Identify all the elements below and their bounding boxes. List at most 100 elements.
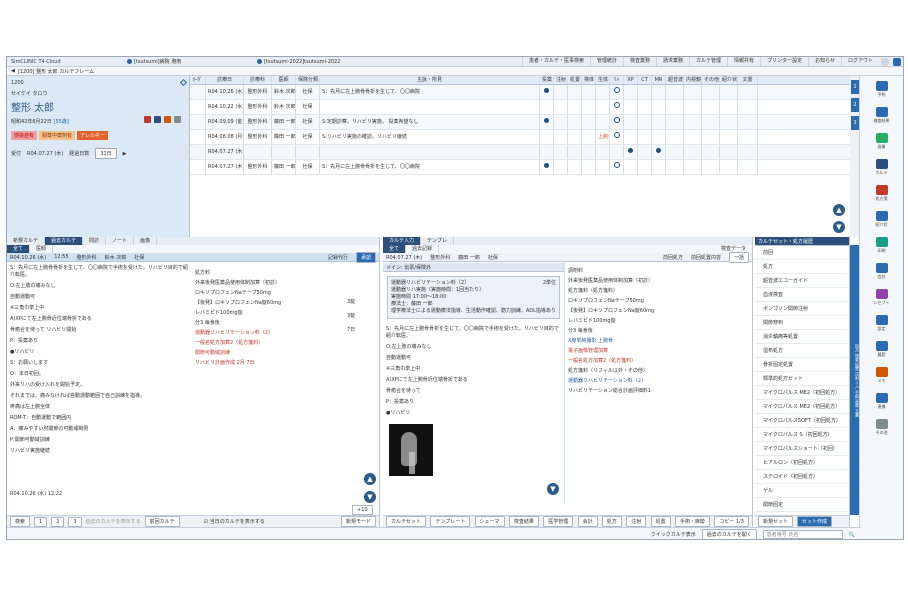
visit-col-header[interactable]: 投薬 xyxy=(540,76,554,84)
facility-selector[interactable]: [tsutsumi]病院 港南 xyxy=(127,58,257,65)
schema-button[interactable]: シェーマ xyxy=(474,516,505,527)
set-item[interactable]: 関節穿刺 xyxy=(755,316,849,330)
set-item[interactable]: ゲル xyxy=(755,484,849,498)
create-set-button[interactable]: セット作成 xyxy=(797,516,833,527)
tool-button[interactable]: 履歴 xyxy=(860,336,903,362)
mid-order-item[interactable]: 運動器リハビリテーション料（2） xyxy=(568,377,748,384)
visit-col-header[interactable]: 内視鏡 xyxy=(684,76,702,84)
surgery-button[interactable]: 手術・麻酔 xyxy=(674,516,710,527)
copy-button[interactable]: コピー 1/3 xyxy=(714,516,749,527)
mid-order-item[interactable]: 【後発】ロキソプロフェンNa錠60mg xyxy=(568,307,748,314)
quick-chart-toggle[interactable]: クイックカルテ表示 xyxy=(651,531,696,538)
mid-order-item[interactable]: ロキソプロフェンNaテープ50mg xyxy=(568,297,748,304)
menu-billing[interactable]: 請求業務 xyxy=(656,57,689,66)
page-2-button[interactable]: 2 xyxy=(51,516,65,527)
tab-new-chart[interactable]: 新規カルテ xyxy=(7,237,46,245)
set-item[interactable]: マイクロパルス S（初回処方） xyxy=(755,428,849,442)
set-item[interactable]: 標準的処方セット xyxy=(755,372,849,386)
menu-notice[interactable]: お知らせ xyxy=(808,57,841,66)
new-set-button[interactable]: 新規セット xyxy=(758,516,794,527)
tool-button[interactable]: 予約 xyxy=(860,76,903,102)
mid-order-item[interactable]: リハビリテーション総合計画評価料1 xyxy=(568,387,748,394)
menu-chart[interactable]: カルテ管理 xyxy=(689,57,727,66)
tool-button[interactable]: レセプト xyxy=(860,284,903,310)
menu-patient-search[interactable]: 患者・カルテ・医事検索 xyxy=(521,57,590,66)
procedure-button[interactable]: 処置 xyxy=(650,516,671,527)
tool-button[interactable]: 紹介状 xyxy=(860,206,903,232)
back-icon[interactable]: ◀ xyxy=(11,68,15,74)
alert-icon[interactable] xyxy=(144,116,151,123)
info-icon[interactable] xyxy=(174,116,181,123)
visit-col-header[interactable]: 注射 xyxy=(554,76,568,84)
subtab-all[interactable]: 全て xyxy=(7,245,31,253)
menu-logout[interactable]: ログアウト xyxy=(840,57,879,66)
visit-col-header[interactable]: 超音波 xyxy=(666,76,684,84)
page-2[interactable]: 2 xyxy=(851,98,859,112)
mid-order-item[interactable]: 調剤料 xyxy=(568,267,748,274)
tool-button[interactable]: 設定 xyxy=(860,310,903,336)
rehab-card[interactable]: 運動器リハビリテーション料（2） 2単位 運動器リハ実施（実施時間：1回当たり） … xyxy=(387,276,560,319)
mid-order-item[interactable]: 電子画像管理加算 xyxy=(568,347,748,354)
mid-order-item[interactable]: 処方箋料（処方箋料） xyxy=(568,287,748,294)
visit-row[interactable]: R04.09.09 (金) 整形外科 藤田 一郎 社保 S:定期診察。リハビリ実施。 投… xyxy=(190,115,850,130)
set-item[interactable]: マイクロパルス ME2（初回処方） xyxy=(755,400,849,414)
tool-button[interactable]: 連携 xyxy=(860,388,903,414)
tool-button[interactable]: 画像 xyxy=(860,128,903,154)
scroll-down-button[interactable]: ▼ xyxy=(833,221,845,233)
tag-infection[interactable]: 感染症有 xyxy=(11,131,38,140)
minimize-button[interactable] xyxy=(881,57,889,66)
left-scroll-up[interactable]: ▲ xyxy=(364,473,376,485)
tag-allergy[interactable]: アレルギー xyxy=(77,131,109,140)
visit-col-header[interactable]: 診療日 xyxy=(206,76,244,84)
prev-procedure-button[interactable]: 前回処置内容 xyxy=(691,254,721,261)
set-item[interactable]: 処方 xyxy=(755,260,849,274)
tenant-selector[interactable]: [tsutsumi-2022]tsutsumi-2022 xyxy=(257,59,457,65)
search-icon[interactable]: 🔍 xyxy=(849,532,855,538)
mid-order-item[interactable]: 分3 毎食後 xyxy=(568,327,748,334)
visit-col-header[interactable]: 医師 xyxy=(272,76,296,84)
open-past-chart-select[interactable]: 過去のカルテを開く xyxy=(701,529,757,539)
help-button[interactable] xyxy=(893,57,901,66)
tool-button[interactable]: カルテ xyxy=(860,154,903,180)
injection-button[interactable]: 注射 xyxy=(626,516,647,527)
patient-search-input[interactable]: 患者番号 氏名 xyxy=(762,530,843,539)
mid-order-item[interactable]: 処方箋料（リフィル以外・その他） xyxy=(568,367,748,374)
tab-past-chart[interactable]: 過去カルテ xyxy=(45,237,84,245)
visit-col-header[interactable]: 文書 xyxy=(738,76,758,84)
menu-lab[interactable]: 検査業務 xyxy=(623,57,656,66)
set-item[interactable]: ステロイド（初回処方） xyxy=(755,470,849,484)
scroll-up-button[interactable]: ▲ xyxy=(833,204,845,216)
set-item[interactable]: 関節固定 xyxy=(755,498,849,512)
visit-col-header[interactable]: ﾘﾊ xyxy=(610,76,624,84)
left-scroll-down[interactable]: ▼ xyxy=(364,491,376,503)
visit-col-header[interactable]: 紹介状 xyxy=(720,76,738,84)
next-arrow-icon[interactable]: ▶ xyxy=(123,151,127,157)
set-item[interactable]: 前回 xyxy=(755,246,849,260)
visit-col-header[interactable]: 主訴・所見 xyxy=(320,76,540,84)
visit-col-header[interactable]: ｵｰﾀﾞ xyxy=(190,76,206,84)
mid-order-item[interactable]: 外来後発医薬品使用体制加算（初診） xyxy=(568,277,748,284)
set-item[interactable]: マイクロパルス ME2（初回処方） xyxy=(755,386,849,400)
mid-order-item[interactable]: X線単純撮影 上腕骨 xyxy=(568,337,748,344)
visit-col-header[interactable]: その他 xyxy=(702,76,720,84)
template-button[interactable]: テンプレート xyxy=(430,516,471,527)
batch-button[interactable]: 一括 xyxy=(728,251,749,263)
accordion-header[interactable]: メイン: 伝票/保険外 xyxy=(383,263,564,272)
prev-chart-button[interactable]: 前回カルテ xyxy=(144,516,180,527)
visit-col-header[interactable]: 生体 xyxy=(596,76,610,84)
menu-share[interactable]: 情報共有 xyxy=(727,57,760,66)
tab-note[interactable]: ノート xyxy=(106,237,135,245)
tab-interview[interactable]: 問診 xyxy=(83,237,107,245)
tool-button[interactable]: 検査結果 xyxy=(860,102,903,128)
accounting-button[interactable]: 会計 xyxy=(577,516,598,527)
approve-button[interactable]: 承認 xyxy=(355,251,376,263)
mid-subtab-past[interactable]: 過去記録 xyxy=(406,245,440,253)
set-item[interactable]: 湿布処方 xyxy=(755,344,849,358)
set-item[interactable]: 消炎鎮痛等処置 xyxy=(755,330,849,344)
tool-button[interactable]: 処方箋 xyxy=(860,180,903,206)
search-button[interactable]: 検索 xyxy=(10,516,31,527)
card-icon[interactable] xyxy=(154,116,161,123)
medical-management-button[interactable]: 医学管理 xyxy=(543,516,574,527)
visit-col-header[interactable]: MR xyxy=(652,76,666,84)
menu-printer[interactable]: プリンター設定 xyxy=(760,57,808,66)
